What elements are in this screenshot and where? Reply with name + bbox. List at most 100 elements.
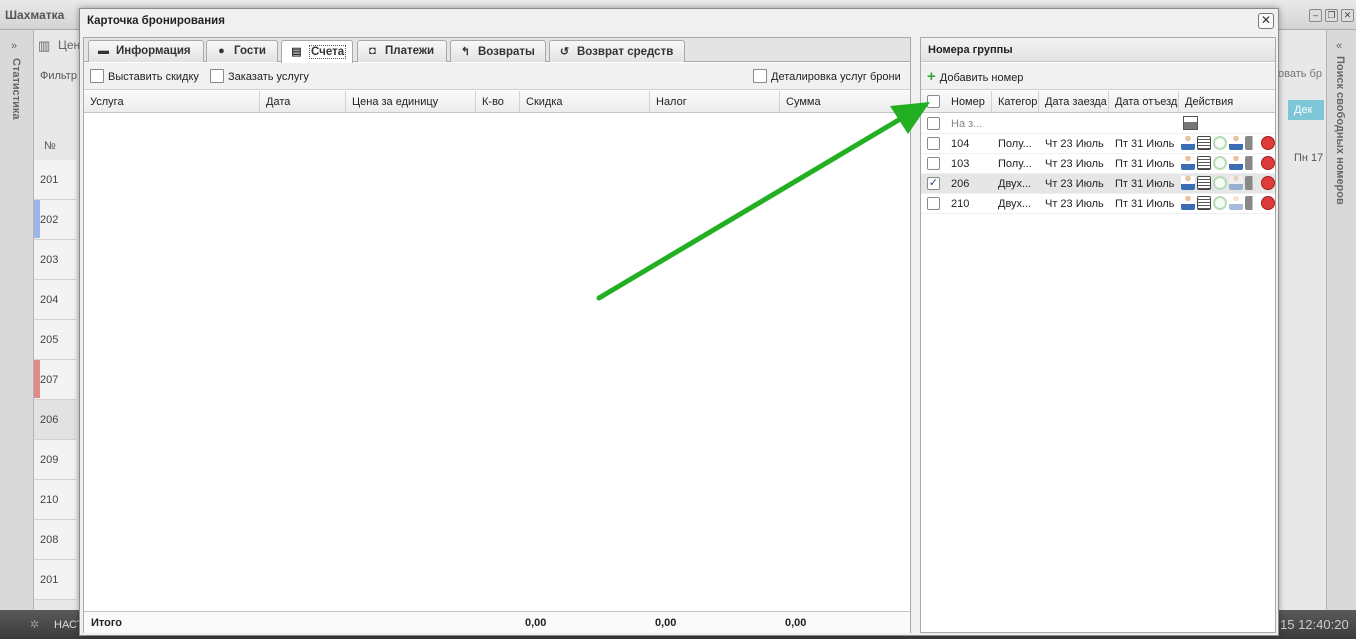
occupancy-marker — [34, 200, 40, 238]
background-room-row[interactable]: 207 — [34, 360, 76, 400]
edit-note-icon — [90, 69, 104, 83]
list-icon[interactable] — [1197, 156, 1211, 170]
guest-icon[interactable] — [1181, 196, 1195, 210]
list-icon[interactable] — [1197, 176, 1211, 190]
add-guest-icon[interactable] — [1229, 136, 1243, 150]
checkout-door-icon[interactable] — [1245, 156, 1259, 170]
users-icon: ● — [218, 45, 225, 57]
cancel-icon[interactable] — [1261, 196, 1275, 210]
tab-bills[interactable]: ▤ Счета — [281, 40, 353, 63]
cancel-icon[interactable] — [1261, 156, 1275, 170]
background-room-row[interactable]: 209 — [34, 440, 76, 480]
placeholder-row: На з... — [921, 114, 1275, 134]
background-room-row[interactable]: 206 — [34, 400, 76, 440]
list-icon[interactable] — [1197, 136, 1211, 150]
guest-icon[interactable] — [1181, 156, 1195, 170]
column-date[interactable]: Дата — [260, 91, 346, 113]
background-room-number: 208 — [40, 534, 59, 546]
tab-returns[interactable]: ↰ Возвраты — [450, 40, 546, 62]
column-departure[interactable]: Дата отъезд — [1109, 91, 1179, 113]
tab-guests[interactable]: ● Гости — [206, 40, 278, 62]
cancel-icon[interactable] — [1261, 176, 1275, 190]
printer-icon[interactable] — [1183, 116, 1198, 130]
restore-button[interactable]: ❐ — [1325, 9, 1338, 22]
refresh-icon: ↺ — [559, 46, 570, 58]
guest-icon[interactable] — [1181, 176, 1195, 190]
set-discount-button[interactable]: Выставить скидку — [90, 69, 199, 83]
add-guest-icon[interactable] — [1229, 156, 1243, 170]
add-guest-icon[interactable] — [1229, 196, 1243, 210]
checkout-door-icon[interactable] — [1245, 136, 1259, 150]
chart-icon: ▥ — [38, 38, 51, 53]
check-in-icon[interactable] — [1213, 196, 1227, 210]
background-room-row[interactable]: 204 — [34, 280, 76, 320]
guest-icon[interactable] — [1181, 136, 1195, 150]
close-window-button[interactable]: ✕ — [1341, 9, 1354, 22]
column-service[interactable]: Услуга — [84, 91, 260, 113]
checkout-door-icon[interactable] — [1245, 176, 1259, 190]
list-icon[interactable] — [1197, 196, 1211, 210]
tab-refund[interactable]: ↺ Возврат средств — [549, 40, 685, 62]
background-room-number: 203 — [40, 254, 59, 266]
edit-note-icon — [210, 69, 224, 83]
total-label: Итого — [91, 617, 123, 629]
statistics-label[interactable]: Статистика — [10, 58, 22, 120]
month-badge[interactable]: Дек — [1288, 100, 1324, 120]
background-room-row[interactable]: 202 — [34, 200, 76, 240]
tab-payments[interactable]: ◘ Платежи — [357, 40, 447, 62]
arrow-shaft — [596, 115, 905, 301]
tab-bills-label: Счета — [309, 45, 347, 59]
group-room-row[interactable]: 210 Двух... Чт 23 Июль Пт 31 Июль — [921, 194, 1275, 214]
room-number: 103 — [951, 158, 970, 170]
minimize-button[interactable]: – — [1309, 9, 1322, 22]
column-arrival[interactable]: Дата заезда — [1039, 91, 1109, 113]
briefcase-icon: ▬ — [98, 45, 109, 57]
add-guest-icon[interactable] — [1229, 176, 1243, 190]
row-actions — [1181, 196, 1276, 212]
bills-toolbar: Выставить скидку Заказать услугу Деталир… — [84, 63, 910, 90]
expand-left-icon[interactable]: » — [11, 40, 17, 52]
number-column-header: № — [44, 140, 56, 152]
background-room-row[interactable]: 205 — [34, 320, 76, 360]
group-rooms-toolbar: + Добавить номер — [921, 63, 1275, 90]
background-room-number: 201 — [40, 574, 59, 586]
column-room-number[interactable]: Номер — [945, 91, 992, 113]
column-category[interactable]: Категор — [992, 91, 1039, 113]
background-room-row[interactable]: 208 — [34, 520, 76, 560]
group-room-row[interactable]: 103 Полу... Чт 23 Июль Пт 31 Июль — [921, 154, 1275, 174]
column-unit-price[interactable]: Цена за единицу — [346, 91, 476, 113]
column-quantity[interactable]: К-во — [476, 91, 520, 113]
discount-total: 0,00 — [525, 617, 547, 629]
add-room-button[interactable]: + Добавить номер — [927, 68, 1023, 85]
check-in-icon[interactable] — [1213, 136, 1227, 150]
left-sidebar: » Статистика — [0, 30, 34, 610]
gear-icon[interactable]: ✲ — [30, 618, 39, 631]
service-details-button[interactable]: Деталировка услуг брони — [753, 69, 901, 83]
background-room-number: 201 — [40, 174, 59, 186]
group-room-row[interactable]: ✓ 206 Двух... Чт 23 Июль Пт 31 Июль — [921, 174, 1275, 194]
free-rooms-search-label[interactable]: Поиск свободных номеров — [1334, 56, 1346, 205]
cancel-icon[interactable] — [1261, 136, 1275, 150]
arrival-date: Чт 23 Июль — [1045, 158, 1104, 170]
group-rooms-title: Номера группы — [921, 38, 1275, 62]
check-in-icon[interactable] — [1213, 156, 1227, 170]
close-icon[interactable]: ✕ — [1258, 13, 1274, 29]
background-room-row[interactable]: 210 — [34, 480, 76, 520]
checkout-door-icon[interactable] — [1245, 196, 1259, 210]
background-room-row[interactable]: 201 — [34, 560, 76, 600]
order-service-button[interactable]: Заказать услугу — [210, 69, 309, 83]
tab-info[interactable]: ▬ Информация — [88, 40, 204, 62]
check-in-icon[interactable] — [1213, 176, 1227, 190]
expand-right-icon[interactable]: « — [1336, 40, 1342, 52]
background-room-number: 209 — [40, 454, 59, 466]
room-number: 104 — [951, 138, 970, 150]
background-room-number: 202 — [40, 214, 59, 226]
arrival-date: Чт 23 Июль — [1045, 198, 1104, 210]
column-actions: Действия — [1185, 96, 1234, 108]
undo-arrow-icon: ↰ — [460, 46, 471, 58]
background-room-row[interactable]: 201 — [34, 160, 76, 200]
row-actions — [1181, 176, 1276, 192]
group-room-row[interactable]: 104 Полу... Чт 23 Июль Пт 31 Июль — [921, 134, 1275, 154]
background-room-row[interactable]: 203 — [34, 240, 76, 280]
occupancy-marker — [34, 360, 40, 398]
